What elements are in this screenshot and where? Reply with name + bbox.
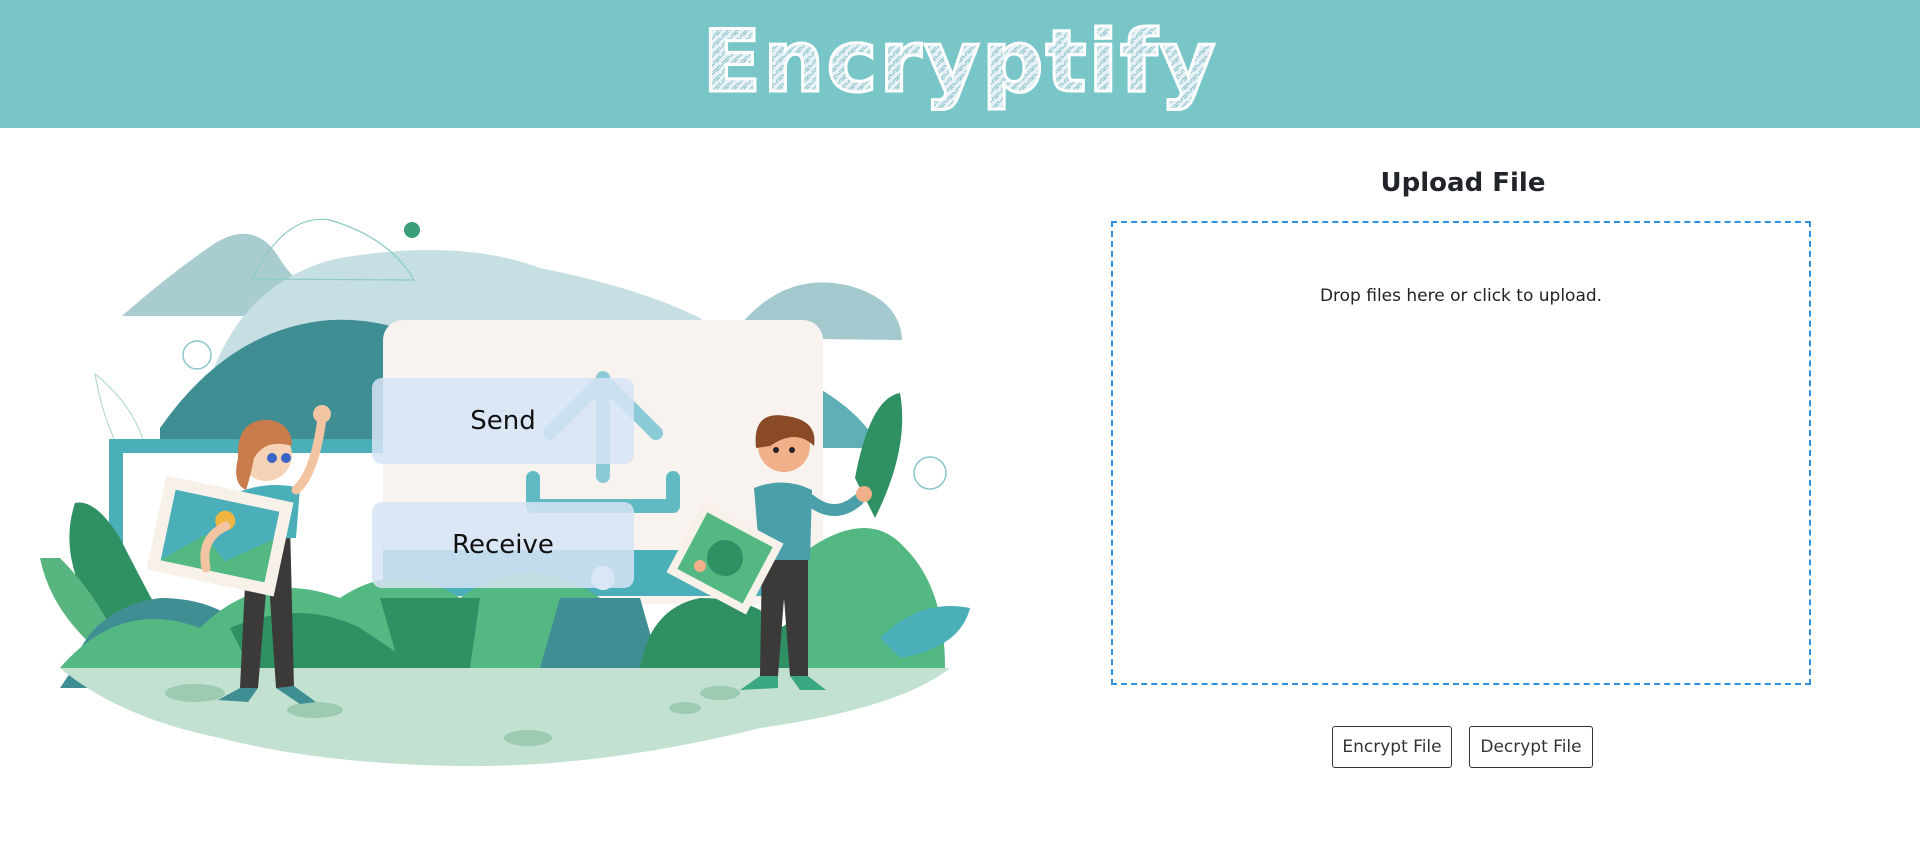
svg-text:Encryptify: Encryptify — [702, 12, 1217, 112]
decrypt-file-button[interactable]: Decrypt File — [1469, 726, 1593, 768]
receive-button[interactable]: Receive — [372, 502, 634, 588]
send-button[interactable]: Send — [372, 378, 634, 464]
file-sharing-illustration — [40, 218, 970, 767]
header-bar: Encryptify — [0, 0, 1920, 128]
encrypt-file-button[interactable]: Encrypt File — [1332, 726, 1452, 768]
upload-file-title: Upload File — [1380, 168, 1546, 198]
encryptify-logo: Encryptify — [701, 11, 1217, 114]
dropzone-hint: Drop files here or click to upload. — [1319, 286, 1603, 306]
file-dropzone[interactable]: Drop files here or click to upload. — [1111, 221, 1811, 685]
